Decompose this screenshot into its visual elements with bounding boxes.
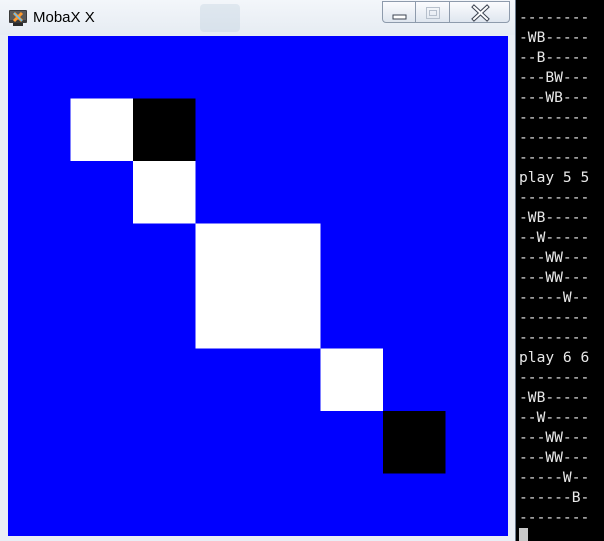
white-stone-cell[interactable] [258, 223, 321, 287]
terminal-lines: -------- -WB----- --B----- ---BW--- ---WB---… [519, 8, 589, 528]
terminal-line: -WB----- [519, 209, 590, 226]
terminal-line: -------- [519, 369, 590, 386]
terminal-line: -WB----- [519, 389, 590, 406]
terminal-line: ---WW--- [519, 269, 590, 286]
terminal-line: ---WW--- [519, 249, 590, 266]
terminal-line: -------- [519, 9, 590, 26]
black-stone-cell[interactable] [133, 98, 196, 162]
window-title: MobaX X [33, 9, 95, 26]
terminal-line: ---WW--- [519, 429, 590, 446]
white-stone-cell[interactable] [133, 161, 196, 224]
terminal-line: -------- [519, 189, 590, 206]
board[interactable] [8, 36, 508, 536]
terminal-line: -------- [519, 509, 590, 526]
terminal-line: -WB----- [519, 29, 590, 46]
white-stone-cell[interactable] [70, 98, 134, 162]
maximize-icon [426, 7, 440, 19]
terminal-line: -------- [519, 149, 590, 166]
terminal-line: ------B- [519, 489, 590, 506]
terminal-output[interactable]: -------- -WB----- --B----- ---BW--- ---WB---… [516, 0, 604, 541]
terminal-line: --W----- [519, 229, 590, 246]
board-canvas[interactable] [8, 36, 508, 536]
black-stone-cell[interactable] [383, 411, 446, 474]
terminal-line: --B----- [519, 49, 590, 66]
terminal-line: -------- [519, 329, 590, 346]
minimize-icon [392, 14, 407, 20]
terminal-line: ---WW--- [519, 449, 590, 466]
white-stone-cell[interactable] [258, 286, 321, 349]
maximize-button[interactable] [415, 1, 450, 23]
terminal-line: -----W-- [519, 469, 590, 486]
terminal-line: play 6 6 [519, 349, 590, 366]
terminal-line: -------- [519, 309, 590, 326]
terminal-line: play 5 5 [519, 169, 590, 186]
background-blur [200, 4, 240, 32]
minimize-button[interactable] [382, 1, 416, 23]
white-stone-cell[interactable] [195, 286, 259, 349]
terminal-cursor [519, 528, 528, 541]
mobax-x-window: MobaX X [0, 0, 516, 541]
terminal-line: ---WB--- [519, 89, 590, 106]
close-button[interactable] [449, 1, 510, 23]
title-bar[interactable]: MobaX X [0, 0, 515, 35]
terminal-line: -------- [519, 129, 590, 146]
terminal-line: ---BW--- [519, 69, 590, 86]
terminal-line: -------- [519, 109, 590, 126]
white-stone-cell[interactable] [320, 348, 384, 412]
close-icon [471, 4, 490, 22]
terminal-line: -----W-- [519, 289, 590, 306]
white-stone-cell[interactable] [195, 223, 259, 287]
terminal-line: --W----- [519, 409, 590, 426]
mobaxterm-x-icon [9, 10, 27, 26]
